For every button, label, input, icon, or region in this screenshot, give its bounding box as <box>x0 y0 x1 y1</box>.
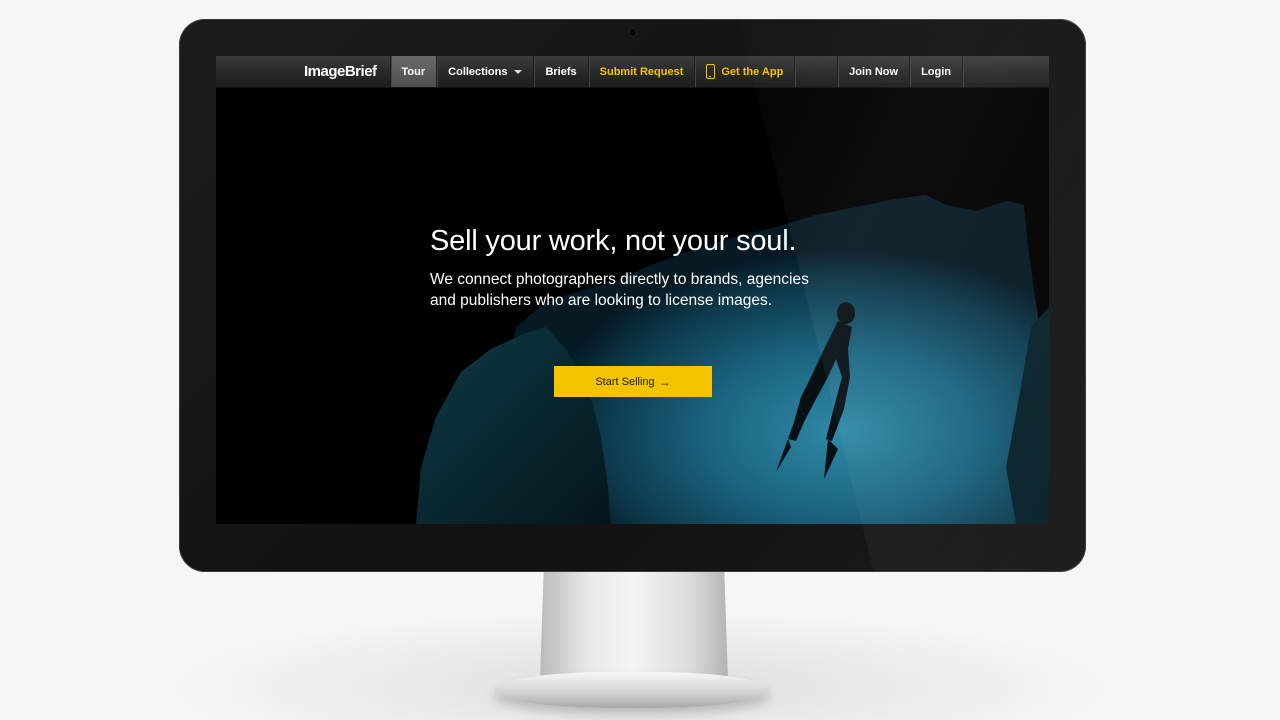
nav-submit-request[interactable]: Submit Request <box>587 56 695 87</box>
nav-briefs[interactable]: Briefs <box>533 56 587 87</box>
hero-headline: Sell your work, not your soul. <box>430 225 797 257</box>
start-selling-label: Start Selling <box>595 375 655 388</box>
hero-subtext: We connect photographers directly to bra… <box>430 271 809 309</box>
monitor-stand-base <box>494 672 770 708</box>
top-navbar: ImageBrief Tour Collections Briefs Submi… <box>216 56 1049 88</box>
nav-join-now[interactable]: Join Now <box>837 56 909 87</box>
phone-icon <box>706 64 716 79</box>
nav-collections-label: Collections <box>448 65 508 78</box>
mockup-stage: ImageBrief Tour Collections Briefs Submi… <box>0 0 1280 720</box>
navbar-end <box>962 56 1049 87</box>
apple-logo-icon <box>624 538 642 558</box>
monitor-stand-neck <box>540 570 728 680</box>
nav-login[interactable]: Login <box>909 56 962 87</box>
navbar-spacer <box>216 56 304 87</box>
nav-collections[interactable]: Collections <box>436 56 533 87</box>
nav-get-app[interactable]: Get the App <box>694 56 794 87</box>
camera-icon <box>629 29 636 36</box>
screen: ImageBrief Tour Collections Briefs Submi… <box>216 56 1049 524</box>
arrow-right-icon: → <box>658 374 671 389</box>
site-logo[interactable]: ImageBrief <box>304 56 390 87</box>
nav-tour[interactable]: Tour <box>389 56 437 87</box>
start-selling-button[interactable]: Start Selling → <box>554 366 712 397</box>
nav-get-app-label: Get the App <box>721 65 784 78</box>
caret-down-icon <box>514 69 523 74</box>
navbar-gap <box>794 56 837 87</box>
